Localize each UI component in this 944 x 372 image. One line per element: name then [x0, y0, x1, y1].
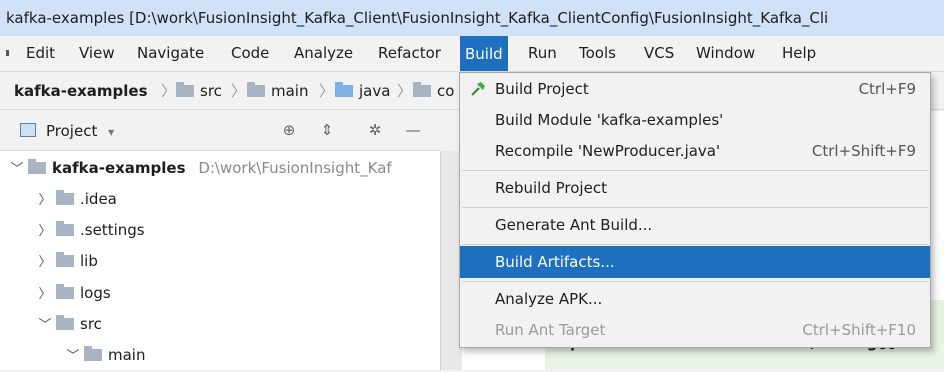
folder-icon: [176, 82, 194, 97]
locate-icon[interactable]: ⊕: [278, 119, 300, 141]
chevron-right-icon: 〉: [319, 82, 335, 100]
chevron-right-icon[interactable]: 〉: [34, 247, 56, 278]
menu-item-build-module[interactable]: Build Module 'kafka-examples': [460, 104, 930, 136]
tree-root-label: kafka-examples: [52, 159, 186, 177]
chevron-down-icon[interactable]: ﹀: [34, 310, 56, 341]
gear-icon[interactable]: ✲: [364, 119, 386, 141]
folder-icon: [56, 190, 74, 205]
menu-tools[interactable]: Tools: [579, 36, 616, 71]
project-view-selector[interactable]: Project ▾: [46, 111, 114, 152]
window-title-bar: kafka-examples [D:\work\FusionInsight_Ka…: [0, 0, 944, 36]
project-view-icon: [20, 123, 36, 137]
chevron-down-icon[interactable]: ﹀: [6, 154, 28, 185]
tree-item-idea[interactable]: 〉 .idea: [34, 184, 117, 215]
menu-bar: Edit View Navigate Code Analyze Refactor…: [0, 36, 944, 72]
chevron-right-icon[interactable]: 〉: [34, 279, 56, 310]
chevron-down-icon[interactable]: ﹀: [62, 341, 84, 372]
menu-item-build-project[interactable]: Build Project Ctrl+F9: [460, 73, 930, 105]
breadcrumb-main[interactable]: main: [247, 72, 308, 110]
folder-icon: [56, 221, 74, 236]
menu-edit[interactable]: Edit: [26, 36, 55, 71]
menu-separator: [462, 281, 928, 282]
menu-item-rebuild-project[interactable]: Rebuild Project: [460, 172, 930, 204]
menu-window[interactable]: Window: [696, 36, 755, 71]
chevron-right-icon[interactable]: 〉: [34, 185, 56, 216]
build-menu-dropdown: Build Project Ctrl+F9 Build Module 'kafk…: [459, 72, 931, 348]
hide-icon[interactable]: —: [402, 119, 424, 141]
tree-item-root[interactable]: ﹀ kafka-examples D:\work\FusionInsight_Ka…: [6, 153, 392, 184]
tree-item-settings[interactable]: 〉 .settings: [34, 215, 145, 246]
project-tree: ﹀ kafka-examples D:\work\FusionInsight_Ka…: [0, 151, 440, 370]
hammer-icon: [471, 82, 485, 96]
menu-build[interactable]: Build: [460, 36, 508, 71]
tree-item-src[interactable]: ﹀ src: [34, 309, 102, 340]
menu-help[interactable]: Help: [782, 36, 816, 71]
folder-icon: [335, 82, 353, 97]
tree-root-path: D:\work\FusionInsight_Kaf: [198, 159, 392, 177]
menu-separator: [462, 244, 928, 245]
tree-item-logs[interactable]: 〉 logs: [34, 278, 111, 309]
chevron-right-icon[interactable]: 〉: [34, 216, 56, 247]
menu-item-build-artifacts[interactable]: Build Artifacts...: [460, 246, 930, 278]
breadcrumb-src[interactable]: src: [176, 72, 222, 110]
folder-icon: [247, 82, 265, 97]
project-toolbar: Project ▾ ⊕ ⇕ ✲ —: [0, 111, 440, 151]
menu-analyze[interactable]: Analyze: [294, 36, 353, 71]
chevron-right-icon: 〉: [397, 82, 413, 100]
window-title: kafka-examples [D:\work\FusionInsight_Ka…: [6, 9, 829, 27]
chevron-right-icon: 〉: [161, 82, 177, 100]
menu-item-recompile[interactable]: Recompile 'NewProducer.java' Ctrl+Shift+…: [460, 135, 930, 167]
menu-run[interactable]: Run: [528, 36, 557, 71]
chevron-right-icon: 〉: [231, 82, 247, 100]
menu-item-run-ant-target: Run Ant Target Ctrl+Shift+F10: [495, 321, 916, 339]
breadcrumb-package[interactable]: co: [413, 72, 454, 110]
chevron-down-icon: ▾: [108, 125, 115, 139]
folder-icon: [413, 82, 431, 97]
folder-icon: [56, 284, 74, 299]
tree-item-lib[interactable]: 〉 lib: [34, 246, 98, 277]
menu-overflow-icon[interactable]: [6, 50, 9, 56]
breadcrumb-java[interactable]: java: [335, 72, 390, 110]
menu-refactor[interactable]: Refactor: [378, 36, 441, 71]
menu-item-analyze-apk[interactable]: Analyze APK...: [460, 283, 930, 315]
menu-view[interactable]: View: [79, 36, 115, 71]
collapse-all-icon[interactable]: ⇕: [316, 119, 338, 141]
folder-icon: [56, 315, 74, 330]
menu-vcs[interactable]: VCS: [644, 36, 674, 71]
menu-code[interactable]: Code: [231, 36, 269, 71]
folder-icon: [28, 159, 46, 174]
folder-icon: [56, 252, 74, 267]
tree-item-main[interactable]: ﹀ main: [62, 340, 145, 371]
menu-item-generate-ant-build[interactable]: Generate Ant Build...: [460, 209, 930, 241]
menu-navigate[interactable]: Navigate: [137, 36, 204, 71]
folder-icon: [84, 346, 102, 361]
menu-separator: [462, 170, 928, 171]
breadcrumb-project[interactable]: kafka-examples: [14, 72, 148, 110]
menu-separator: [462, 207, 928, 208]
